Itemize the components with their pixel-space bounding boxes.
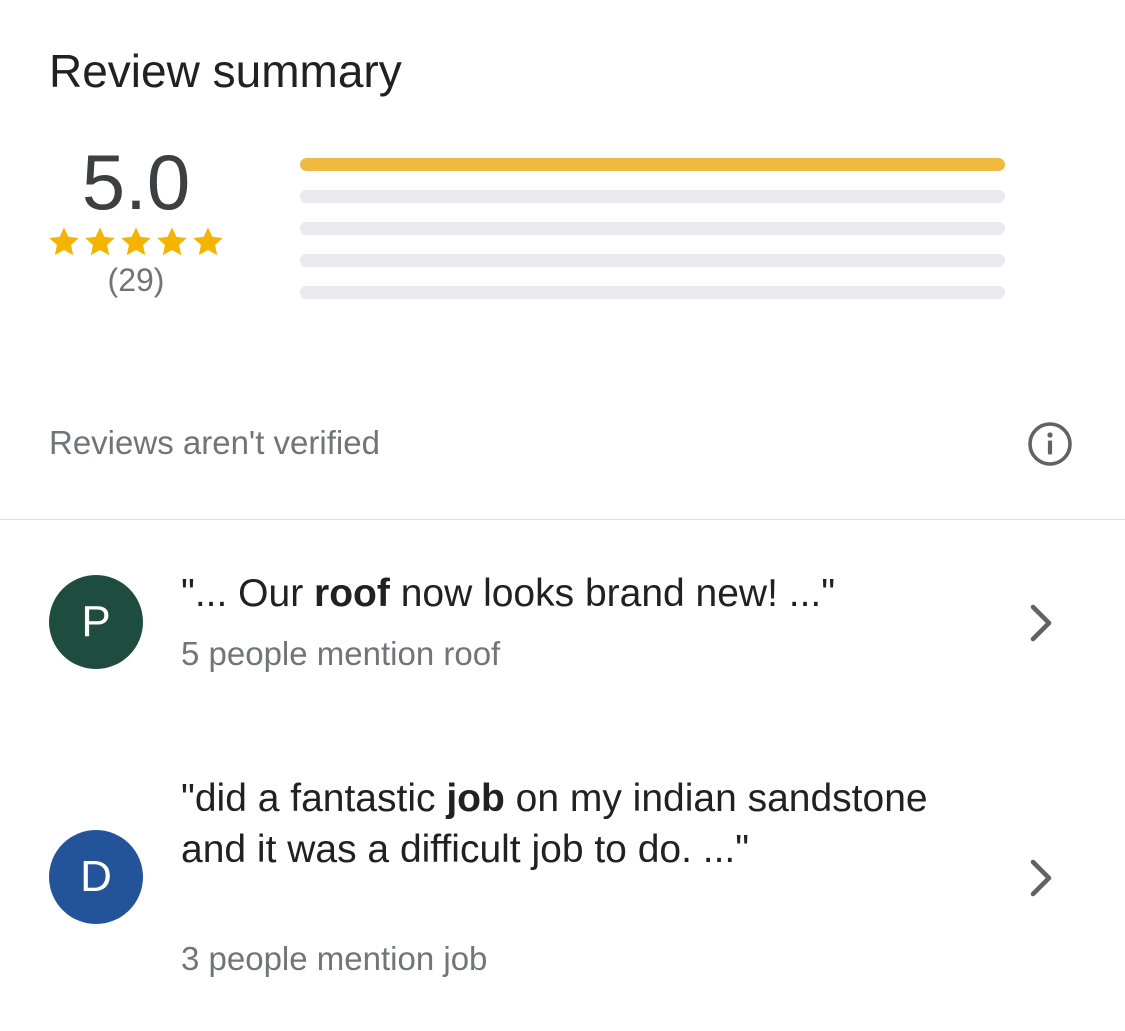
review-topic-job[interactable]: D "did a fantastic job on my indian sand… (0, 770, 1125, 1000)
review-topic-roof[interactable]: P "... Our roof now looks brand new! ...… (0, 555, 1125, 695)
rating-bar-4 (300, 190, 1005, 203)
mention-count: 3 people mention job (181, 940, 488, 977)
rating-bar-fill (300, 158, 1005, 171)
star-icon (121, 227, 151, 256)
rating-bar-5 (300, 158, 1005, 171)
star-rating (46, 224, 226, 260)
chevron-right-icon[interactable] (1026, 856, 1058, 900)
rating-bar-2 (300, 254, 1005, 267)
mention-count: 5 people mention roof (181, 635, 501, 672)
star-icon (193, 227, 223, 256)
snippet-keyword: roof (314, 572, 390, 615)
info-icon[interactable] (1026, 420, 1074, 468)
rating-bar-1 (300, 286, 1005, 299)
review-count: (29) (107, 262, 165, 298)
avatar: P (49, 575, 143, 669)
review-snippet: "... Our roof now looks brand new! ..." (181, 568, 941, 619)
star-icon (85, 227, 115, 256)
rating-distribution (300, 158, 1005, 318)
snippet-text: "... Our (181, 572, 315, 615)
rating-bar-3 (300, 222, 1005, 235)
snippet-keyword: job (446, 777, 505, 820)
snippet-text: now looks brand new! ..." (389, 572, 836, 615)
review-summary-panel: Review summary 5.0 (29) Reviews aren't v… (0, 0, 1125, 1031)
section-divider (0, 519, 1125, 520)
chevron-right-icon[interactable] (1026, 601, 1058, 645)
snippet-text: "did a fantastic (181, 777, 447, 820)
review-snippet: "did a fantastic job on my indian sandst… (181, 773, 941, 875)
star-icon (49, 227, 79, 256)
star-icon (157, 227, 187, 256)
average-rating: 5.0 (81, 138, 191, 226)
avatar: D (49, 830, 143, 924)
reviews-not-verified-notice: Reviews aren't verified (49, 424, 380, 461)
rating-overview: 5.0 (29) (46, 140, 226, 299)
page-title: Review summary (49, 45, 402, 97)
